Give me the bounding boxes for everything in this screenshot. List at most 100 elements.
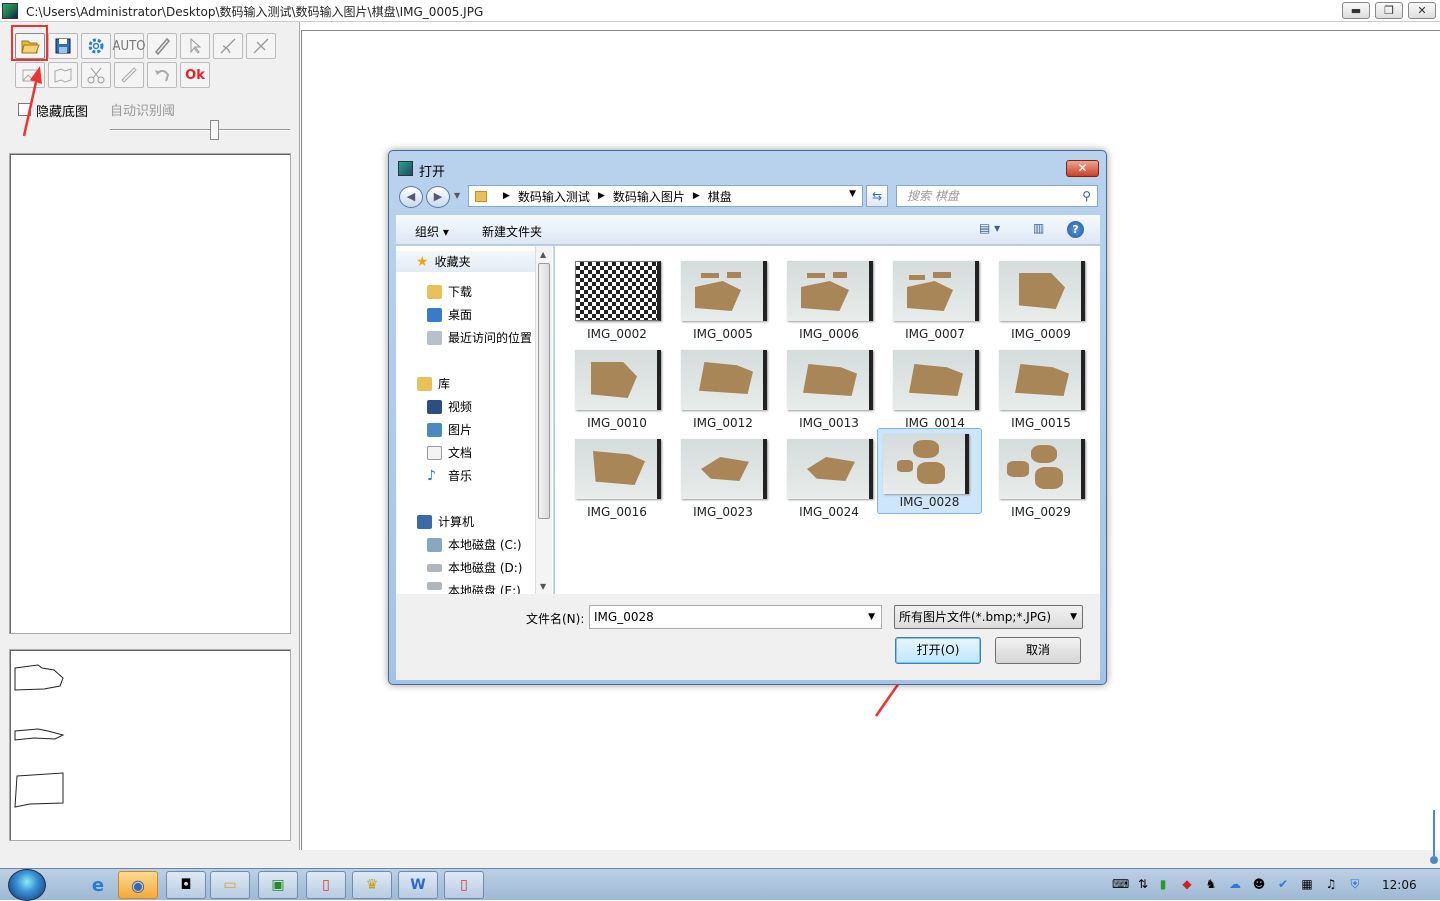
thumbnail-image <box>999 439 1085 499</box>
nav-item-libraries[interactable]: 库 <box>417 375 450 392</box>
file-item[interactable]: IMG_0029 <box>989 434 1093 520</box>
scroll-up-icon[interactable]: ▲ <box>540 250 546 259</box>
dialog-close-button[interactable]: ✕ <box>1066 160 1099 177</box>
file-item[interactable]: IMG_0005 <box>671 256 775 342</box>
refresh-button[interactable]: ⇆ <box>866 185 888 207</box>
nav-scrollbar[interactable]: ▲ ▼ <box>535 246 552 594</box>
file-item[interactable]: IMG_0023 <box>671 434 775 520</box>
input-method-icon[interactable]: ⇅ <box>1136 877 1150 891</box>
preview-pane-icon[interactable]: ▥ <box>1033 221 1044 235</box>
nav-item-documents[interactable]: 文档 <box>427 444 472 461</box>
folder-icon: ▭ <box>223 877 237 893</box>
nav-item-favorites[interactable]: ★ 收藏夹 <box>396 251 536 272</box>
nav-item-desktop[interactable]: 桌面 <box>427 306 472 323</box>
file-item[interactable]: IMG_0015 <box>989 345 1093 431</box>
new-folder-button[interactable]: 新建文件夹 <box>482 223 542 240</box>
app-taskbar-button-3[interactable]: ▯ <box>306 871 346 899</box>
breadcrumb-item[interactable]: 数码输入测试 <box>518 188 590 205</box>
nav-item-pictures[interactable]: 图片 <box>427 421 472 438</box>
library-icon <box>417 376 432 391</box>
file-label: IMG_0005 <box>693 327 753 341</box>
network-icon[interactable]: ▦ <box>1300 877 1314 891</box>
file-label: IMG_0029 <box>1011 505 1071 519</box>
cancel-button[interactable]: 取消 <box>995 637 1081 664</box>
ie-taskbar-button[interactable]: e <box>78 871 118 899</box>
file-item[interactable]: IMG_0010 <box>565 345 669 431</box>
file-grid: IMG_0002 IMG_0005 IMG_0006 IMG_0007 IMG_… <box>555 246 1100 594</box>
file-item[interactable]: IMG_0014 <box>883 345 987 431</box>
qq-icon[interactable]: ☻ <box>1252 877 1266 891</box>
file-item[interactable]: IMG_0016 <box>565 434 669 520</box>
desktop-edge-handle <box>1430 810 1438 864</box>
battery-icon[interactable]: ▮ <box>1156 877 1170 891</box>
nav-label: 收藏夹 <box>434 255 471 269</box>
help-icon[interactable]: ? <box>1067 221 1084 238</box>
nav-item-drive-c[interactable]: 本地磁盘 (C:) <box>427 536 522 553</box>
volume-icon[interactable]: ♫ <box>1324 877 1338 891</box>
app-taskbar-button-5[interactable]: ▯ <box>444 871 484 899</box>
open-button[interactable]: 打开(O) <box>895 637 981 664</box>
explorer-taskbar-button[interactable]: ▭ <box>210 871 250 899</box>
file-item-selected[interactable]: IMG_0028 <box>877 428 982 514</box>
taskbar-clock[interactable]: 12:06 <box>1382 878 1417 892</box>
nav-item-drive-d[interactable]: 本地磁盘 (D:) <box>427 559 522 576</box>
security-icon[interactable]: ⛨ <box>1348 877 1362 891</box>
chevron-down-icon[interactable]: ▼ <box>849 189 856 199</box>
nav-item-videos[interactable]: 视频 <box>427 398 472 415</box>
app-taskbar-button-2[interactable]: ▣ <box>258 871 298 899</box>
back-button[interactable]: ◀ <box>399 186 423 208</box>
thumbnail-image <box>681 350 767 410</box>
file-label: IMG_0009 <box>1011 327 1071 341</box>
app-red-icon: ▯ <box>322 877 330 893</box>
wps-taskbar-button[interactable]: W <box>398 871 438 899</box>
file-label: IMG_0015 <box>1011 416 1071 430</box>
recent-places-icon <box>427 330 442 345</box>
nav-item-recent[interactable]: 最近访问的位置 <box>427 329 532 346</box>
taskbar: e ◉ ◘ ▭ ▣ ▯ ♛ W ▯ ⌨ ⇅ ▮ ◆ ♞ ☁ ☻ ✔ ▦ ♫ ⛨ … <box>0 868 1440 901</box>
star-icon: ★ <box>416 253 429 270</box>
file-label: IMG_0016 <box>587 505 647 519</box>
thumbnail-image <box>893 350 979 410</box>
file-item[interactable]: IMG_0024 <box>777 434 881 520</box>
file-item[interactable]: IMG_0012 <box>671 345 775 431</box>
start-button[interactable] <box>8 869 46 901</box>
nav-item-music[interactable]: ♪ 音乐 <box>427 467 472 484</box>
nav-label: 计算机 <box>438 515 475 529</box>
file-item[interactable]: IMG_0009 <box>989 256 1093 342</box>
file-item[interactable]: IMG_0006 <box>777 256 881 342</box>
cloud-icon[interactable]: ☁ <box>1228 877 1242 891</box>
open-file-dialog: 打开 ✕ ◀ ▶ ▼ ▶ 数码输入测试 ▶ 数码输入图片 ▶ 棋盘 ▼ ⇆ 搜索… <box>388 150 1107 685</box>
nav-item-drive-e[interactable]: 本地磁盘 (E:) <box>427 582 521 594</box>
thumbnail-image <box>575 439 661 499</box>
filename-input[interactable]: IMG_0028 ▼ <box>589 605 882 629</box>
breadcrumb-item[interactable]: 数码输入图片 <box>613 188 685 205</box>
scroll-thumb[interactable] <box>538 263 550 519</box>
app-taskbar-button-4[interactable]: ♛ <box>352 871 392 899</box>
address-bar[interactable]: ▶ 数码输入测试 ▶ 数码输入图片 ▶ 棋盘 ▼ <box>468 185 863 207</box>
folder-icon <box>475 190 487 202</box>
scroll-down-icon[interactable]: ▼ <box>540 582 546 591</box>
nav-item-downloads[interactable]: 下载 <box>427 283 472 300</box>
search-input[interactable]: 搜索 棋盘 ⚲ <box>896 185 1098 207</box>
antivirus-icon[interactable]: ◆ <box>1180 877 1194 891</box>
view-options-icon[interactable]: ▤ ▾ <box>979 221 1000 235</box>
nav-item-computer[interactable]: 计算机 <box>417 513 474 530</box>
filename-value: IMG_0028 <box>594 610 654 624</box>
history-dropdown-icon[interactable]: ▼ <box>454 191 460 200</box>
browser-taskbar-button[interactable]: ◉ <box>118 871 158 899</box>
tray-app-icon[interactable]: ♞ <box>1204 877 1218 891</box>
chevron-down-icon[interactable]: ▼ <box>1070 606 1077 628</box>
file-label: IMG_0002 <box>587 327 647 341</box>
keyboard-icon[interactable]: ⌨ <box>1112 877 1129 891</box>
organize-menu[interactable]: 组织 ▾ <box>415 223 449 240</box>
filetype-select[interactable]: 所有图片文件(*.bmp;*.JPG) ▼ <box>894 605 1083 629</box>
forward-button[interactable]: ▶ <box>426 186 450 208</box>
chevron-down-icon[interactable]: ▼ <box>868 606 875 628</box>
file-item[interactable]: IMG_0007 <box>883 256 987 342</box>
file-item[interactable]: IMG_0013 <box>777 345 881 431</box>
file-label: IMG_0023 <box>693 505 753 519</box>
app-taskbar-button-1[interactable]: ◘ <box>166 871 206 899</box>
shield-check-icon[interactable]: ✔ <box>1276 877 1290 891</box>
file-item[interactable]: IMG_0002 <box>565 256 669 342</box>
breadcrumb-item[interactable]: 棋盘 <box>708 188 732 205</box>
